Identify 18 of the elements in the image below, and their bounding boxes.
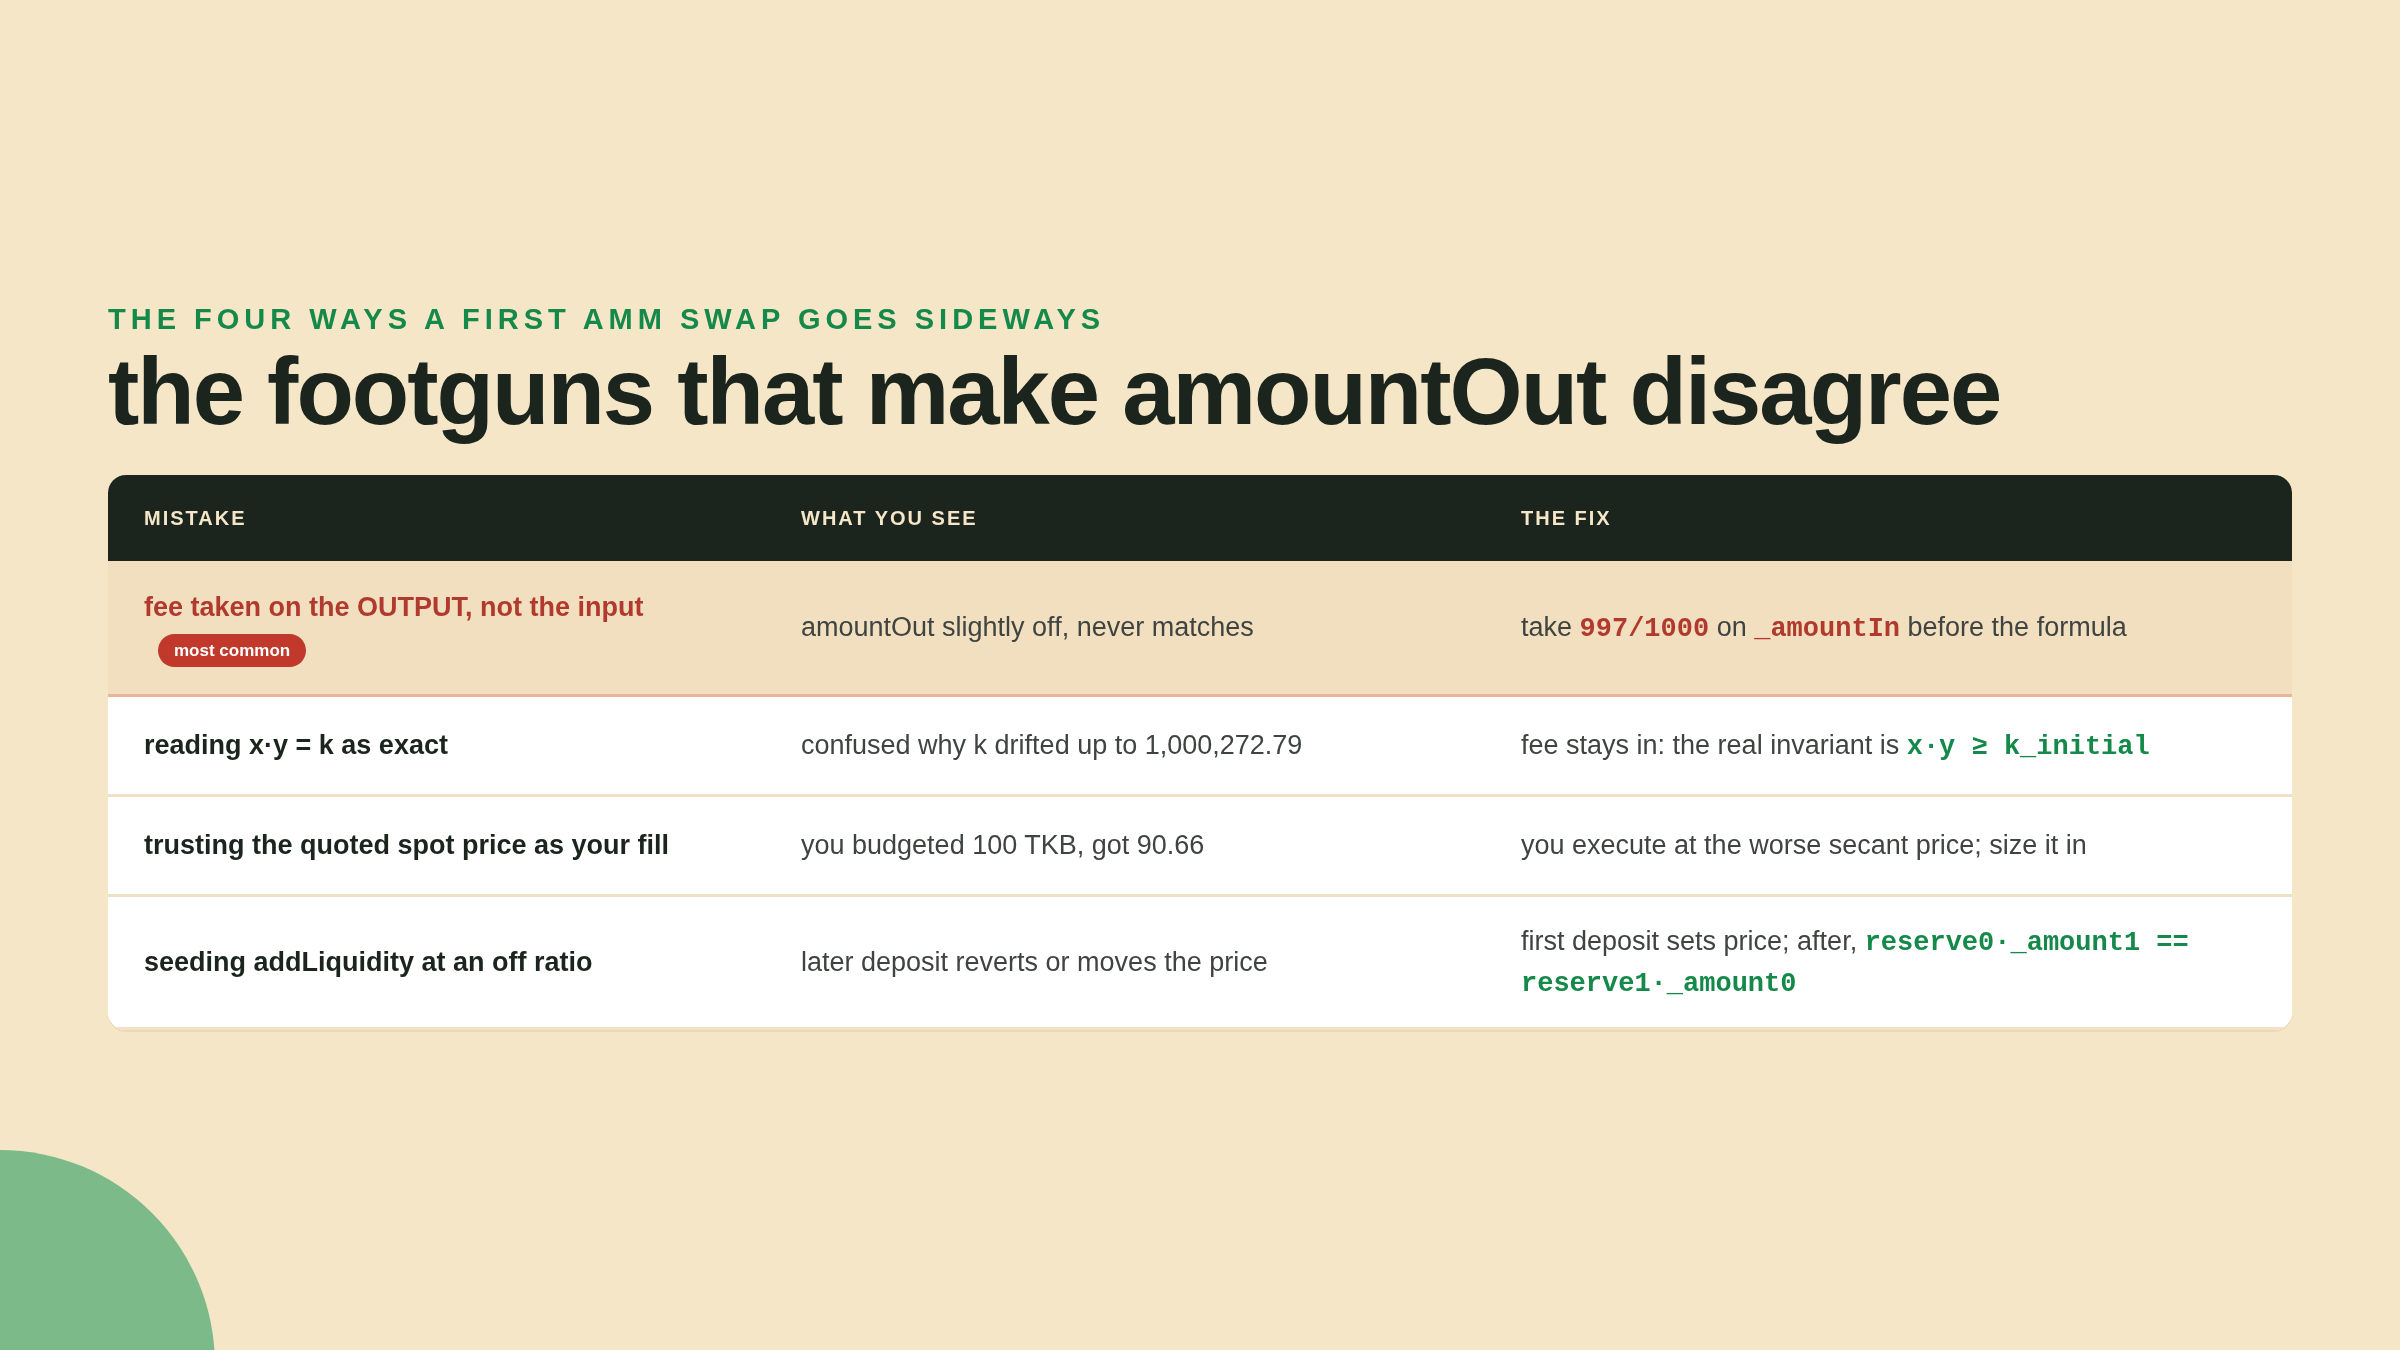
column-header: THE FIX (1521, 506, 1612, 529)
table-cell: fee stays in: the real invariant is x·y ≥ k_initial (1521, 729, 2150, 760)
table-cell-text: trusting the quoted spot price as your fill (144, 829, 670, 863)
table-cell: you execute at the worse secant price; size it in (1521, 830, 2087, 861)
table-cell: confused why k drifted up to 1,000,272.79 (801, 730, 1303, 761)
slide-title: the footguns that make amountOut disagree (108, 338, 2002, 446)
column-header: MISTAKE (144, 506, 247, 529)
table-cell: first deposit sets price; after, reserve0·_amount1 == reserve1·_amount0 (1521, 925, 2189, 997)
status-badge: most common (158, 633, 307, 668)
eyebrow-heading: THE FOUR WAYS A FIRST AMM SWAP GOES SIDEWAYS (108, 305, 1107, 334)
table-cell-text: reading x·y = k as exact (144, 729, 448, 763)
table-cell: later deposit reverts or moves the price (801, 946, 1268, 977)
table-cell: you budgeted 100 TKB, got 90.66 (801, 830, 1205, 861)
table-cell-text: seeding addLiquidity at an off ratio (144, 945, 593, 979)
table-cell-text: fee taken on the OUTPUT, not the input (144, 591, 644, 625)
table-cell: take 997/1000 on _amountIn before the formula (1521, 611, 2127, 642)
column-header: WHAT YOU SEE (801, 506, 978, 529)
table-cell: amountOut slightly off, never matches (801, 612, 1254, 643)
